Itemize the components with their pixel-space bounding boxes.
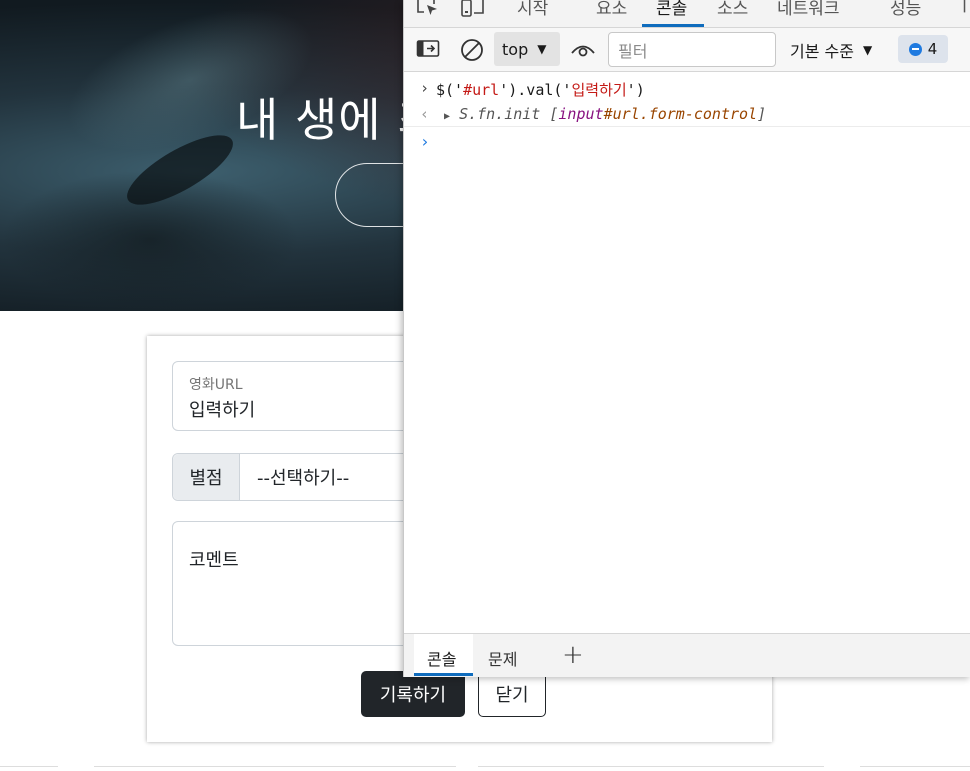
issues-count: 4 bbox=[927, 40, 938, 58]
tab-console[interactable]: 콘솔 bbox=[656, 0, 687, 19]
issues-counter-badge[interactable]: 4 bbox=[898, 35, 948, 63]
code-token: ').val(' bbox=[499, 81, 572, 99]
result-token: S.fn.init [ bbox=[459, 105, 559, 123]
devtools-drawer: 콘솔 문제 + bbox=[404, 633, 970, 677]
console-divider bbox=[404, 126, 970, 127]
drawer-active-indicator bbox=[414, 673, 473, 676]
result-arrow-icon: ‹ bbox=[420, 105, 430, 123]
result-token: ] bbox=[757, 105, 767, 123]
console-input-code[interactable]: $('#url').val('입력하기') bbox=[436, 79, 645, 100]
tab-performance[interactable]: 성능 bbox=[890, 0, 921, 19]
input-chevron-icon: › bbox=[420, 79, 430, 97]
tab-welcome[interactable]: 시작 bbox=[517, 0, 548, 19]
console-result[interactable]: ▶ S.fn.init [input#url.form-control] bbox=[444, 105, 766, 123]
sidebar-toggle-icon[interactable] bbox=[416, 39, 440, 63]
drawer-tab-console[interactable]: 콘솔 bbox=[427, 646, 456, 670]
more-tabs-icon[interactable]: ⎸ bbox=[964, 0, 970, 14]
message-bubble-icon bbox=[908, 42, 922, 56]
clear-console-icon[interactable] bbox=[459, 37, 485, 67]
comment-placeholder: 코멘트 bbox=[189, 550, 239, 571]
code-token: $(' bbox=[436, 81, 464, 99]
console-prompt-icon[interactable]: › bbox=[420, 132, 430, 151]
result-class: .form-control bbox=[639, 105, 758, 123]
filter-input[interactable]: 필터 bbox=[608, 32, 776, 67]
code-string: 입력하기 bbox=[571, 81, 627, 99]
expand-triangle-icon[interactable]: ▶ bbox=[444, 111, 450, 122]
code-token: ') bbox=[626, 81, 645, 99]
result-tag: input bbox=[558, 105, 604, 123]
tab-network[interactable]: 네트워크 bbox=[777, 0, 840, 19]
devtools-panel: 시작 요소 콘솔 소스 네트워크 성능 ⎸ top ▼ 필터 기본 수준 ▼ 4 bbox=[403, 0, 970, 677]
star-rating-label: 별점 bbox=[173, 454, 240, 500]
save-button[interactable]: 기록하기 bbox=[361, 671, 465, 717]
console-toolbar: top ▼ 필터 기본 수준 ▼ 4 bbox=[404, 28, 970, 72]
tab-elements[interactable]: 요소 bbox=[596, 0, 627, 19]
add-tab-icon[interactable]: + bbox=[562, 640, 584, 670]
url-field-label: 영화URL bbox=[189, 377, 243, 393]
context-select[interactable]: top ▼ bbox=[494, 32, 560, 66]
close-button[interactable]: 닫기 bbox=[478, 671, 546, 717]
drawer-tab-issues[interactable]: 문제 bbox=[488, 646, 517, 670]
code-string: #url bbox=[463, 81, 500, 99]
active-tab-indicator bbox=[642, 24, 704, 27]
chevron-down-icon: ▼ bbox=[862, 42, 873, 57]
device-toolbar-icon[interactable] bbox=[460, 0, 486, 22]
context-select-value: top bbox=[502, 39, 529, 59]
url-field-value[interactable]: 입력하기 bbox=[189, 396, 255, 422]
star-rating-select[interactable]: --선택하기-- bbox=[240, 454, 349, 500]
log-level-select[interactable]: 기본 수준 ▼ bbox=[790, 32, 872, 67]
live-expression-eye-icon[interactable] bbox=[570, 40, 596, 64]
result-id: #url bbox=[603, 105, 640, 123]
tab-sources[interactable]: 소스 bbox=[717, 0, 748, 19]
chevron-down-icon: ▼ bbox=[537, 42, 547, 56]
inspect-element-icon[interactable] bbox=[416, 0, 440, 22]
devtools-tabbar: 시작 요소 콘솔 소스 네트워크 성능 ⎸ bbox=[404, 0, 970, 28]
log-level-value: 기본 수준 bbox=[790, 41, 854, 61]
